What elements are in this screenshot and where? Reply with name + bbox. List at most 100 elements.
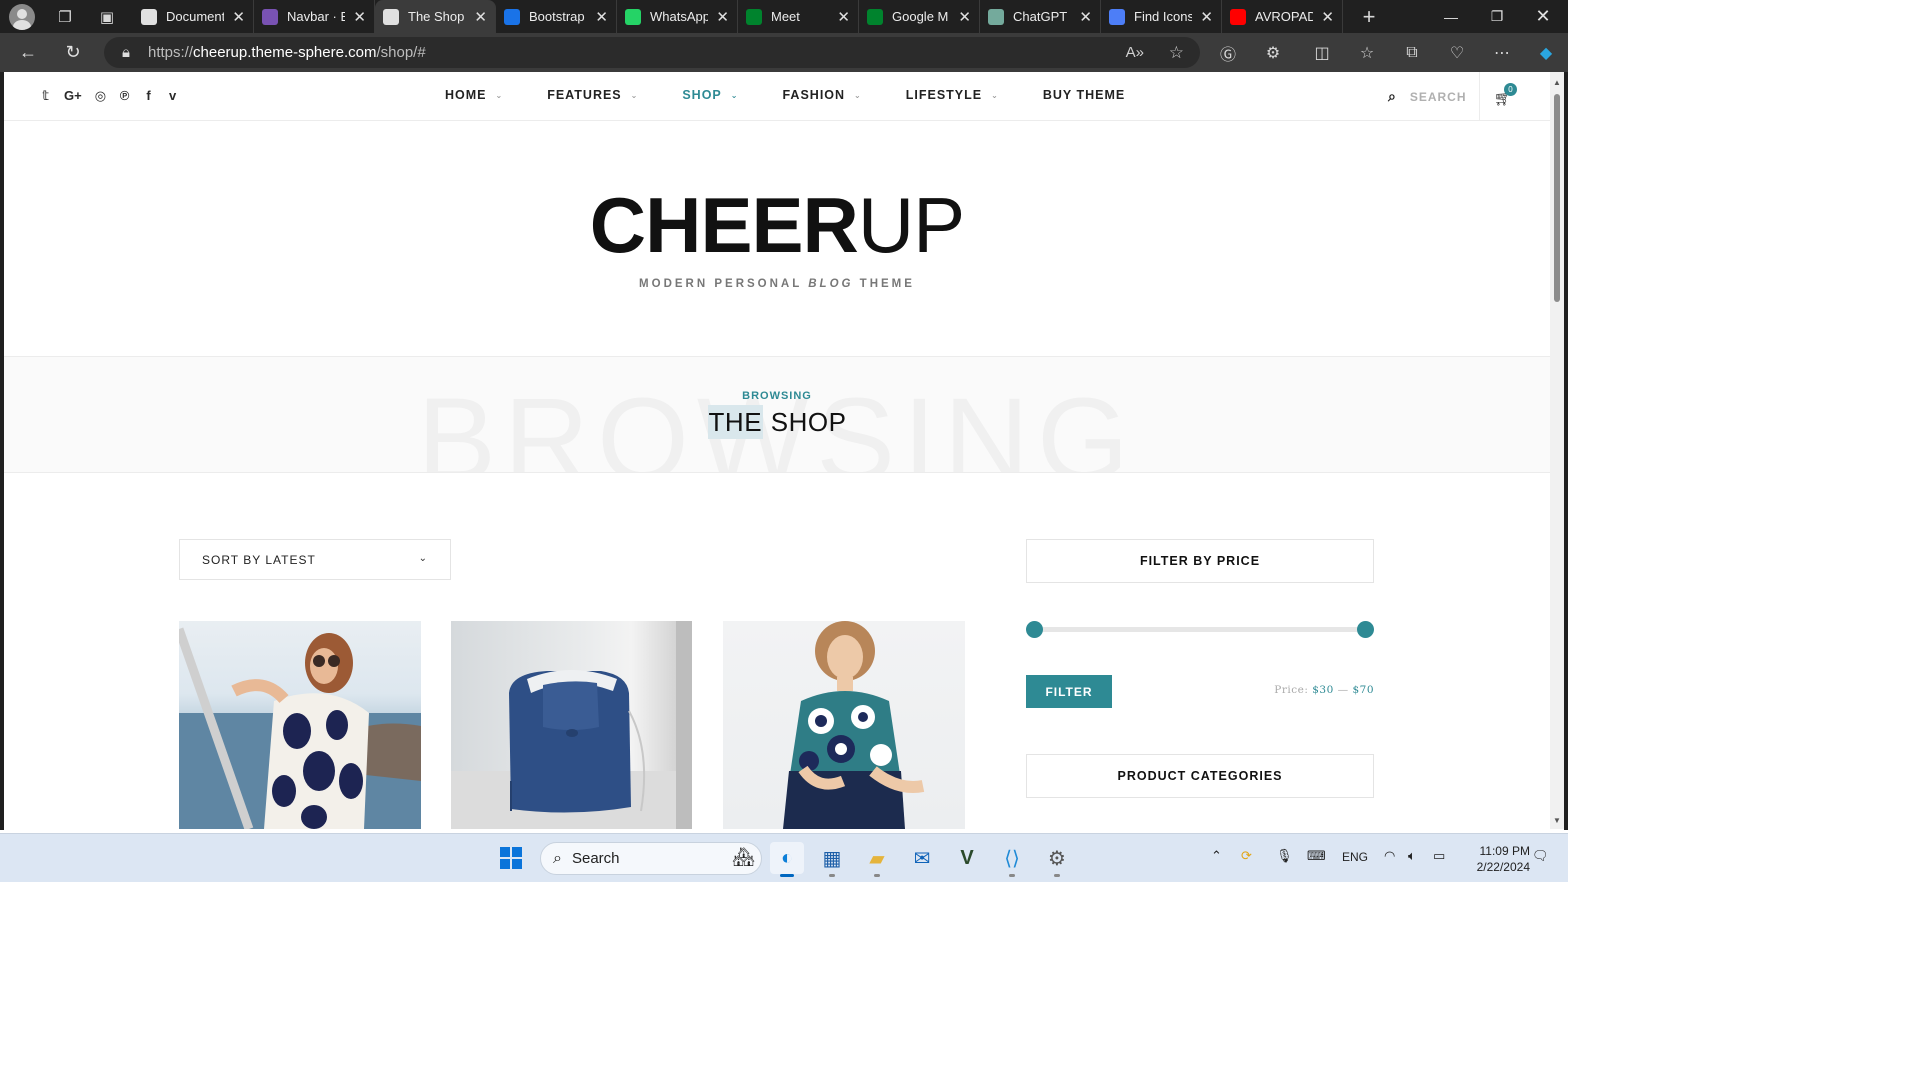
start-icon[interactable] — [494, 842, 528, 874]
url-prefix: https:// — [148, 44, 194, 61]
back-icon[interactable]: ← — [8, 33, 48, 72]
split-screen-icon[interactable]: ◫ — [1302, 33, 1342, 72]
workspaces-icon[interactable]: ❐ — [47, 0, 83, 33]
browser-tab[interactable]: Meet ✕ — [738, 0, 859, 33]
browser-tab[interactable]: ChatGPT ✕ — [980, 0, 1101, 33]
read-aloud-icon[interactable]: A» — [1126, 44, 1144, 61]
taskbar-search-label: Search — [571, 850, 620, 867]
product-categories-title: PRODUCT CATEGORIES — [1026, 754, 1374, 798]
profile-avatar-icon[interactable] — [9, 3, 35, 30]
menu-item-buy-theme[interactable]: BUY THEME — [1043, 88, 1125, 102]
browser-tab[interactable]: Navbar · B ✕ — [254, 0, 375, 33]
microphone-icon[interactable]: 🎙︎ — [1276, 848, 1293, 864]
product-image-bag[interactable] — [451, 621, 692, 829]
vimeo-icon[interactable]: v — [167, 88, 178, 104]
flag-icon — [1109, 8, 1125, 25]
close-tab-icon[interactable]: ✕ — [829, 8, 850, 26]
edge-taskbar-icon[interactable]: ◐ — [770, 842, 804, 877]
scroll-up-icon[interactable]: ▲ — [1553, 78, 1561, 87]
store-taskbar-icon[interactable]: ▦ — [815, 842, 849, 877]
collections-icon[interactable]: ⧉ — [1392, 33, 1432, 72]
tray-overflow-icon[interactable]: ⌃ — [1211, 848, 1222, 864]
close-tab-icon[interactable]: ✕ — [224, 8, 245, 26]
grammarly-icon[interactable]: Ⓖ — [1208, 33, 1248, 72]
scroll-down-icon[interactable]: ▼ — [1553, 816, 1561, 825]
close-tab-icon[interactable]: ✕ — [587, 8, 608, 26]
twitter-icon[interactable]: 𝕥 — [40, 88, 51, 104]
close-tab-icon[interactable]: ✕ — [1313, 8, 1334, 26]
tab-title: Google M — [892, 9, 949, 24]
browser-tab[interactable]: AVROPAD ✕ — [1222, 0, 1343, 33]
menu-item-home[interactable]: HOME ⌄ — [445, 88, 503, 102]
close-tab-icon[interactable]: ✕ — [345, 8, 366, 26]
filter-button[interactable]: FILTER — [1026, 675, 1112, 708]
instagram-icon[interactable]: ◎ — [95, 88, 106, 104]
taskbar-search[interactable]: ⌕ Search 🏘︎ — [540, 842, 762, 875]
facebook-icon[interactable]: f — [143, 88, 154, 104]
mail-icon[interactable]: ✉ — [905, 842, 939, 874]
close-tab-icon[interactable]: ✕ — [950, 8, 971, 26]
keyboard-icon[interactable]: ⌨︎ — [1307, 848, 1326, 864]
close-tab-icon[interactable]: ✕ — [708, 8, 729, 26]
site-logo[interactable]: CHEERUP MODERN PERSONAL BLOG THEME — [4, 186, 1550, 290]
running-indicator — [780, 874, 794, 877]
logo-tagline: MODERN PERSONAL BLOG THEME — [4, 278, 1550, 290]
favorite-star-icon[interactable]: ☆ — [1169, 43, 1184, 63]
tab-title: ChatGPT — [1013, 9, 1068, 24]
close-tab-icon[interactable]: ✕ — [466, 8, 487, 26]
menu-item-features[interactable]: FEATURES ⌄ — [547, 88, 638, 102]
sort-select[interactable]: SORT BY LATEST ⌄ — [179, 539, 451, 580]
battery-icon[interactable]: ▭ — [1433, 848, 1445, 864]
search-placeholder[interactable]: SEARCH — [1410, 90, 1467, 104]
url-field[interactable]: 🔒︎ https://cheerup.theme-sphere.com/shop… — [104, 37, 1200, 68]
favorites-icon[interactable]: ☆ — [1347, 33, 1387, 72]
main-menu: HOME ⌄ FEATURES ⌄ SHOP ⌄ FASHION ⌄ LIFESTYLE ⌄ BUY… — [445, 88, 1169, 102]
browser-tab[interactable]: WhatsApp ✕ — [617, 0, 738, 33]
browser-tab[interactable]: Bootstrap ✕ — [496, 0, 617, 33]
menu-item-label: HOME — [445, 88, 487, 102]
google-plus-icon[interactable]: G+ — [64, 88, 82, 104]
browser-tab[interactable]: Document ✕ — [133, 0, 254, 33]
minimize-icon[interactable]: — — [1428, 0, 1474, 33]
menu-item-fashion[interactable]: FASHION ⌄ — [782, 88, 861, 102]
browser-essentials-icon[interactable]: ♡ — [1437, 33, 1477, 72]
browser-tab[interactable]: Google M ✕ — [859, 0, 980, 33]
reload-icon[interactable]: ↻ — [53, 33, 93, 72]
vscode-icon[interactable]: ⟨⟩ — [995, 842, 1029, 877]
settings-icon[interactable]: ⚙︎ — [1040, 842, 1074, 877]
price-slider-max-handle[interactable] — [1357, 621, 1374, 638]
product-image-dress[interactable] — [179, 621, 421, 829]
sync-icon[interactable]: ⟳ — [1241, 848, 1252, 864]
vertical-tabs-icon[interactable]: ▣ — [89, 0, 125, 33]
logo-wordmark[interactable]: CHEERUP — [4, 186, 1550, 264]
lock-icon[interactable]: 🔒︎ — [104, 44, 148, 61]
system-clock[interactable]: 11:09 PM 2/22/2024 — [1462, 843, 1530, 875]
close-tab-icon[interactable]: ✕ — [1192, 8, 1213, 26]
site-search[interactable]: ⌕ SEARCH — [1388, 88, 1467, 105]
search-icon[interactable]: ⌕ — [1388, 88, 1397, 105]
notifications-icon[interactable]: 🗨︎ — [1532, 848, 1549, 864]
restore-icon[interactable]: ❐ — [1474, 0, 1520, 33]
close-window-icon[interactable]: ✕ — [1520, 0, 1566, 33]
more-menu-icon[interactable]: ⋯ — [1482, 33, 1522, 72]
pinterest-icon[interactable]: ℗ — [119, 88, 130, 104]
new-tab-icon[interactable]: + — [1351, 0, 1387, 33]
meet-icon — [746, 8, 762, 25]
page-scrollbar[interactable]: ▲ ▼ — [1550, 72, 1564, 829]
browser-tab[interactable]: Find Icons ✕ — [1101, 0, 1222, 33]
copilot-icon[interactable]: ◆ — [1526, 33, 1566, 72]
file-explorer-icon[interactable]: ▰ — [860, 842, 894, 877]
browser-tab[interactable]: The Shop ✕ — [375, 0, 496, 33]
scrollbar-thumb[interactable] — [1554, 94, 1560, 302]
wifi-icon[interactable]: ◠ — [1384, 848, 1395, 864]
volume-icon[interactable]: 🔈︎ — [1408, 848, 1416, 864]
vim-icon[interactable]: V — [950, 842, 984, 874]
extensions-icon[interactable]: ⚙︎ — [1253, 33, 1293, 72]
price-slider-track[interactable] — [1035, 627, 1367, 632]
menu-item-shop[interactable]: SHOP ⌄ — [682, 88, 738, 102]
product-image-floral-top[interactable] — [723, 621, 965, 829]
menu-item-lifestyle[interactable]: LIFESTYLE ⌄ — [906, 88, 999, 102]
price-slider-min-handle[interactable] — [1026, 621, 1043, 638]
close-tab-icon[interactable]: ✕ — [1071, 8, 1092, 26]
language-indicator[interactable]: ENG — [1342, 850, 1368, 864]
